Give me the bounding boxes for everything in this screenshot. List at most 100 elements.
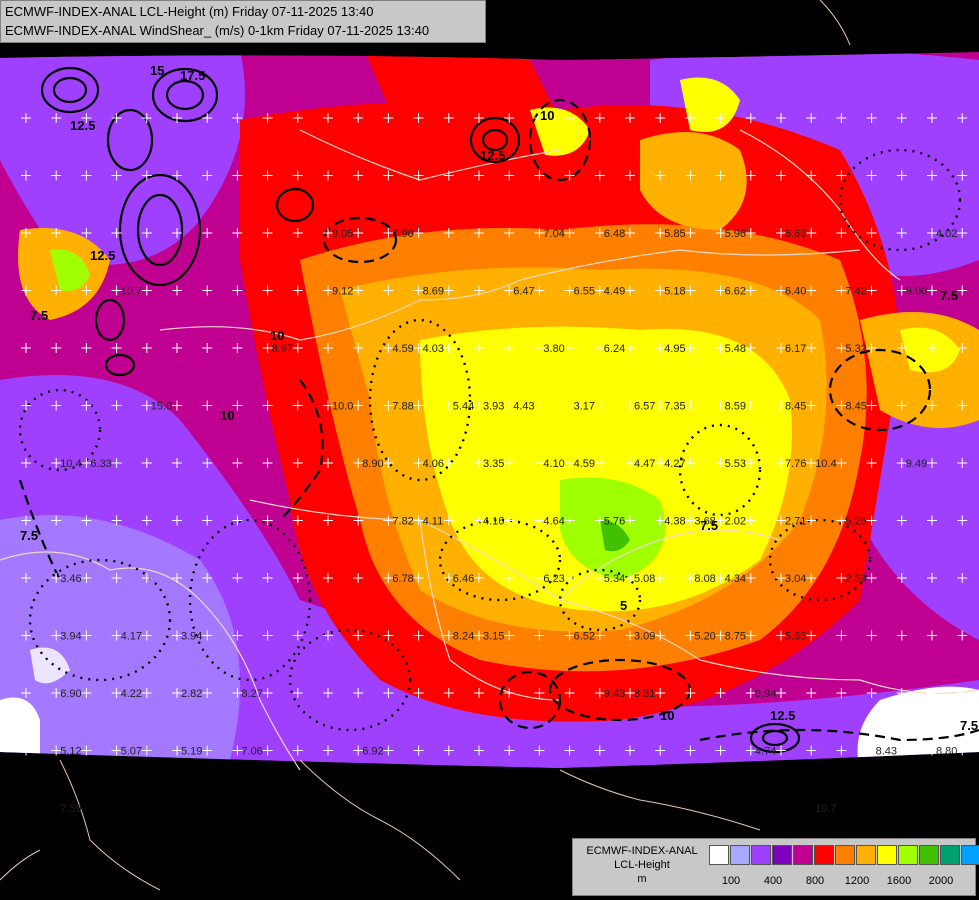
value-label: 3.46: [60, 573, 81, 585]
value-label: 5.76: [604, 516, 625, 528]
value-label: 5.85: [664, 228, 685, 240]
legend-swatch: [898, 845, 918, 865]
value-label: 4.11: [423, 516, 444, 528]
value-label: 6.47: [513, 286, 534, 298]
value-label: 8.31: [634, 688, 655, 700]
value-label: 4.59: [574, 458, 595, 470]
value-label: 9.49: [906, 458, 927, 470]
contour-label: 7.5: [940, 288, 958, 303]
value-label: 8.45: [845, 401, 866, 413]
value-label: 3.94: [60, 631, 81, 643]
value-label: 3.17: [574, 401, 595, 413]
value-label: 15.0: [151, 401, 172, 413]
value-label: 6.33: [90, 458, 111, 470]
value-label: 6.17: [785, 343, 806, 355]
value-label: 6.62: [725, 286, 746, 298]
value-label: 3.80: [543, 343, 564, 355]
value-label: 6.57: [634, 401, 655, 413]
value-label: 8.69: [423, 286, 444, 298]
legend-swatch: [919, 845, 939, 865]
color-legend: ECMWF-INDEX-ANAL LCL-Height m 100 400 800 1…: [572, 838, 979, 896]
value-label: 8.45: [785, 401, 806, 413]
value-label: 5.96: [725, 228, 746, 240]
legend-tick: 1600: [886, 875, 912, 887]
value-label: 9.05: [332, 228, 353, 240]
value-label: 4.06: [423, 458, 444, 470]
legend-tick: 400: [763, 875, 783, 887]
value-label: 5.19: [181, 746, 202, 758]
contour-label: 10: [540, 108, 554, 123]
weather-map: 10.7 15.0 6.33 10.4 9.05 7.90 7.04 6.48 5.85 5.96…: [0, 0, 979, 900]
value-label: 10.4: [60, 458, 81, 470]
value-label: 8.24: [453, 631, 474, 643]
value-label: 9.43: [604, 688, 625, 700]
value-label: 4.74: [755, 746, 776, 758]
value-label: 4.10: [543, 458, 564, 470]
value-label: 4.64: [543, 516, 564, 528]
value-label: 5.48: [725, 343, 746, 355]
value-label: 6.46: [453, 573, 474, 585]
value-label: 4.34: [725, 573, 746, 585]
value-label: 10.7: [815, 803, 836, 815]
legend-swatch: [751, 845, 771, 865]
map-title: ECMWF-INDEX-ANAL LCL-Height (m) Friday 0…: [0, 0, 486, 43]
value-label: 5.34: [604, 573, 625, 585]
value-label: 7.06: [241, 746, 262, 758]
value-label: 3.15: [483, 631, 504, 643]
legend-swatch: [856, 845, 876, 865]
value-label: 7.90: [392, 228, 413, 240]
value-label: 6.48: [604, 228, 625, 240]
value-label: 5.25: [845, 516, 866, 528]
value-label: 10.7: [121, 286, 142, 298]
value-label: 4.16: [483, 516, 504, 528]
value-label: 6.55: [574, 286, 595, 298]
value-label: 6.69: [785, 228, 806, 240]
value-label: 8.27: [241, 688, 262, 700]
legend-title-unit: m: [637, 873, 647, 885]
legend-swatch: [940, 845, 960, 865]
legend-tick: 1200: [844, 875, 870, 887]
legend-title: ECMWF-INDEX-ANAL LCL-Height m: [577, 844, 707, 886]
value-label: 4.27: [664, 458, 685, 470]
value-label: 8.90: [362, 458, 383, 470]
value-label: 5.44: [453, 401, 474, 413]
value-label: 9.12: [332, 286, 353, 298]
value-label: 3.35: [483, 458, 504, 470]
value-label: 4.17: [121, 631, 142, 643]
contour-label: 12.5: [70, 118, 95, 133]
value-label: 4.47: [634, 458, 655, 470]
value-label: 5.32: [845, 343, 866, 355]
value-label: 0.94: [755, 688, 776, 700]
contour-label: 12.5: [770, 708, 795, 723]
contour-label: 10: [220, 408, 234, 423]
value-label: 5.20: [694, 631, 715, 643]
contour-label: 15: [150, 63, 164, 78]
title-windshear: ECMWF-INDEX-ANAL WindShear_ (m/s) 0-1km …: [5, 23, 430, 38]
legend-tick: 100: [721, 875, 741, 887]
value-label: 6.23: [543, 573, 564, 585]
contour-label: 7.5: [20, 528, 38, 543]
contour-label: 12.5: [480, 148, 505, 163]
value-label: 2.59: [845, 573, 866, 585]
value-label: 8.80: [936, 746, 957, 758]
value-label: 4.43: [513, 401, 534, 413]
legend-swatch: [961, 845, 979, 865]
legend-swatch: [835, 845, 855, 865]
value-label: 5.07: [121, 746, 142, 758]
contour-label: 10: [270, 328, 284, 343]
value-label: 7.82: [392, 516, 413, 528]
legend-ticks: 100 400 800 1200 1600 2000: [709, 875, 969, 889]
value-label: 7.59: [60, 803, 81, 815]
value-label: 3.94: [181, 631, 202, 643]
legend-tick: 2000: [928, 875, 954, 887]
value-label: 6.92: [362, 746, 383, 758]
value-label: 4.22: [121, 688, 142, 700]
value-label: 4.38: [664, 516, 685, 528]
legend-swatch: [814, 845, 834, 865]
value-label: 6.78: [392, 573, 413, 585]
value-label: 4.03: [423, 343, 444, 355]
contour-label: 7.5: [30, 308, 48, 323]
value-label: 4.95: [664, 343, 685, 355]
value-label: 5.08: [634, 573, 655, 585]
legend-swatch: [730, 845, 750, 865]
